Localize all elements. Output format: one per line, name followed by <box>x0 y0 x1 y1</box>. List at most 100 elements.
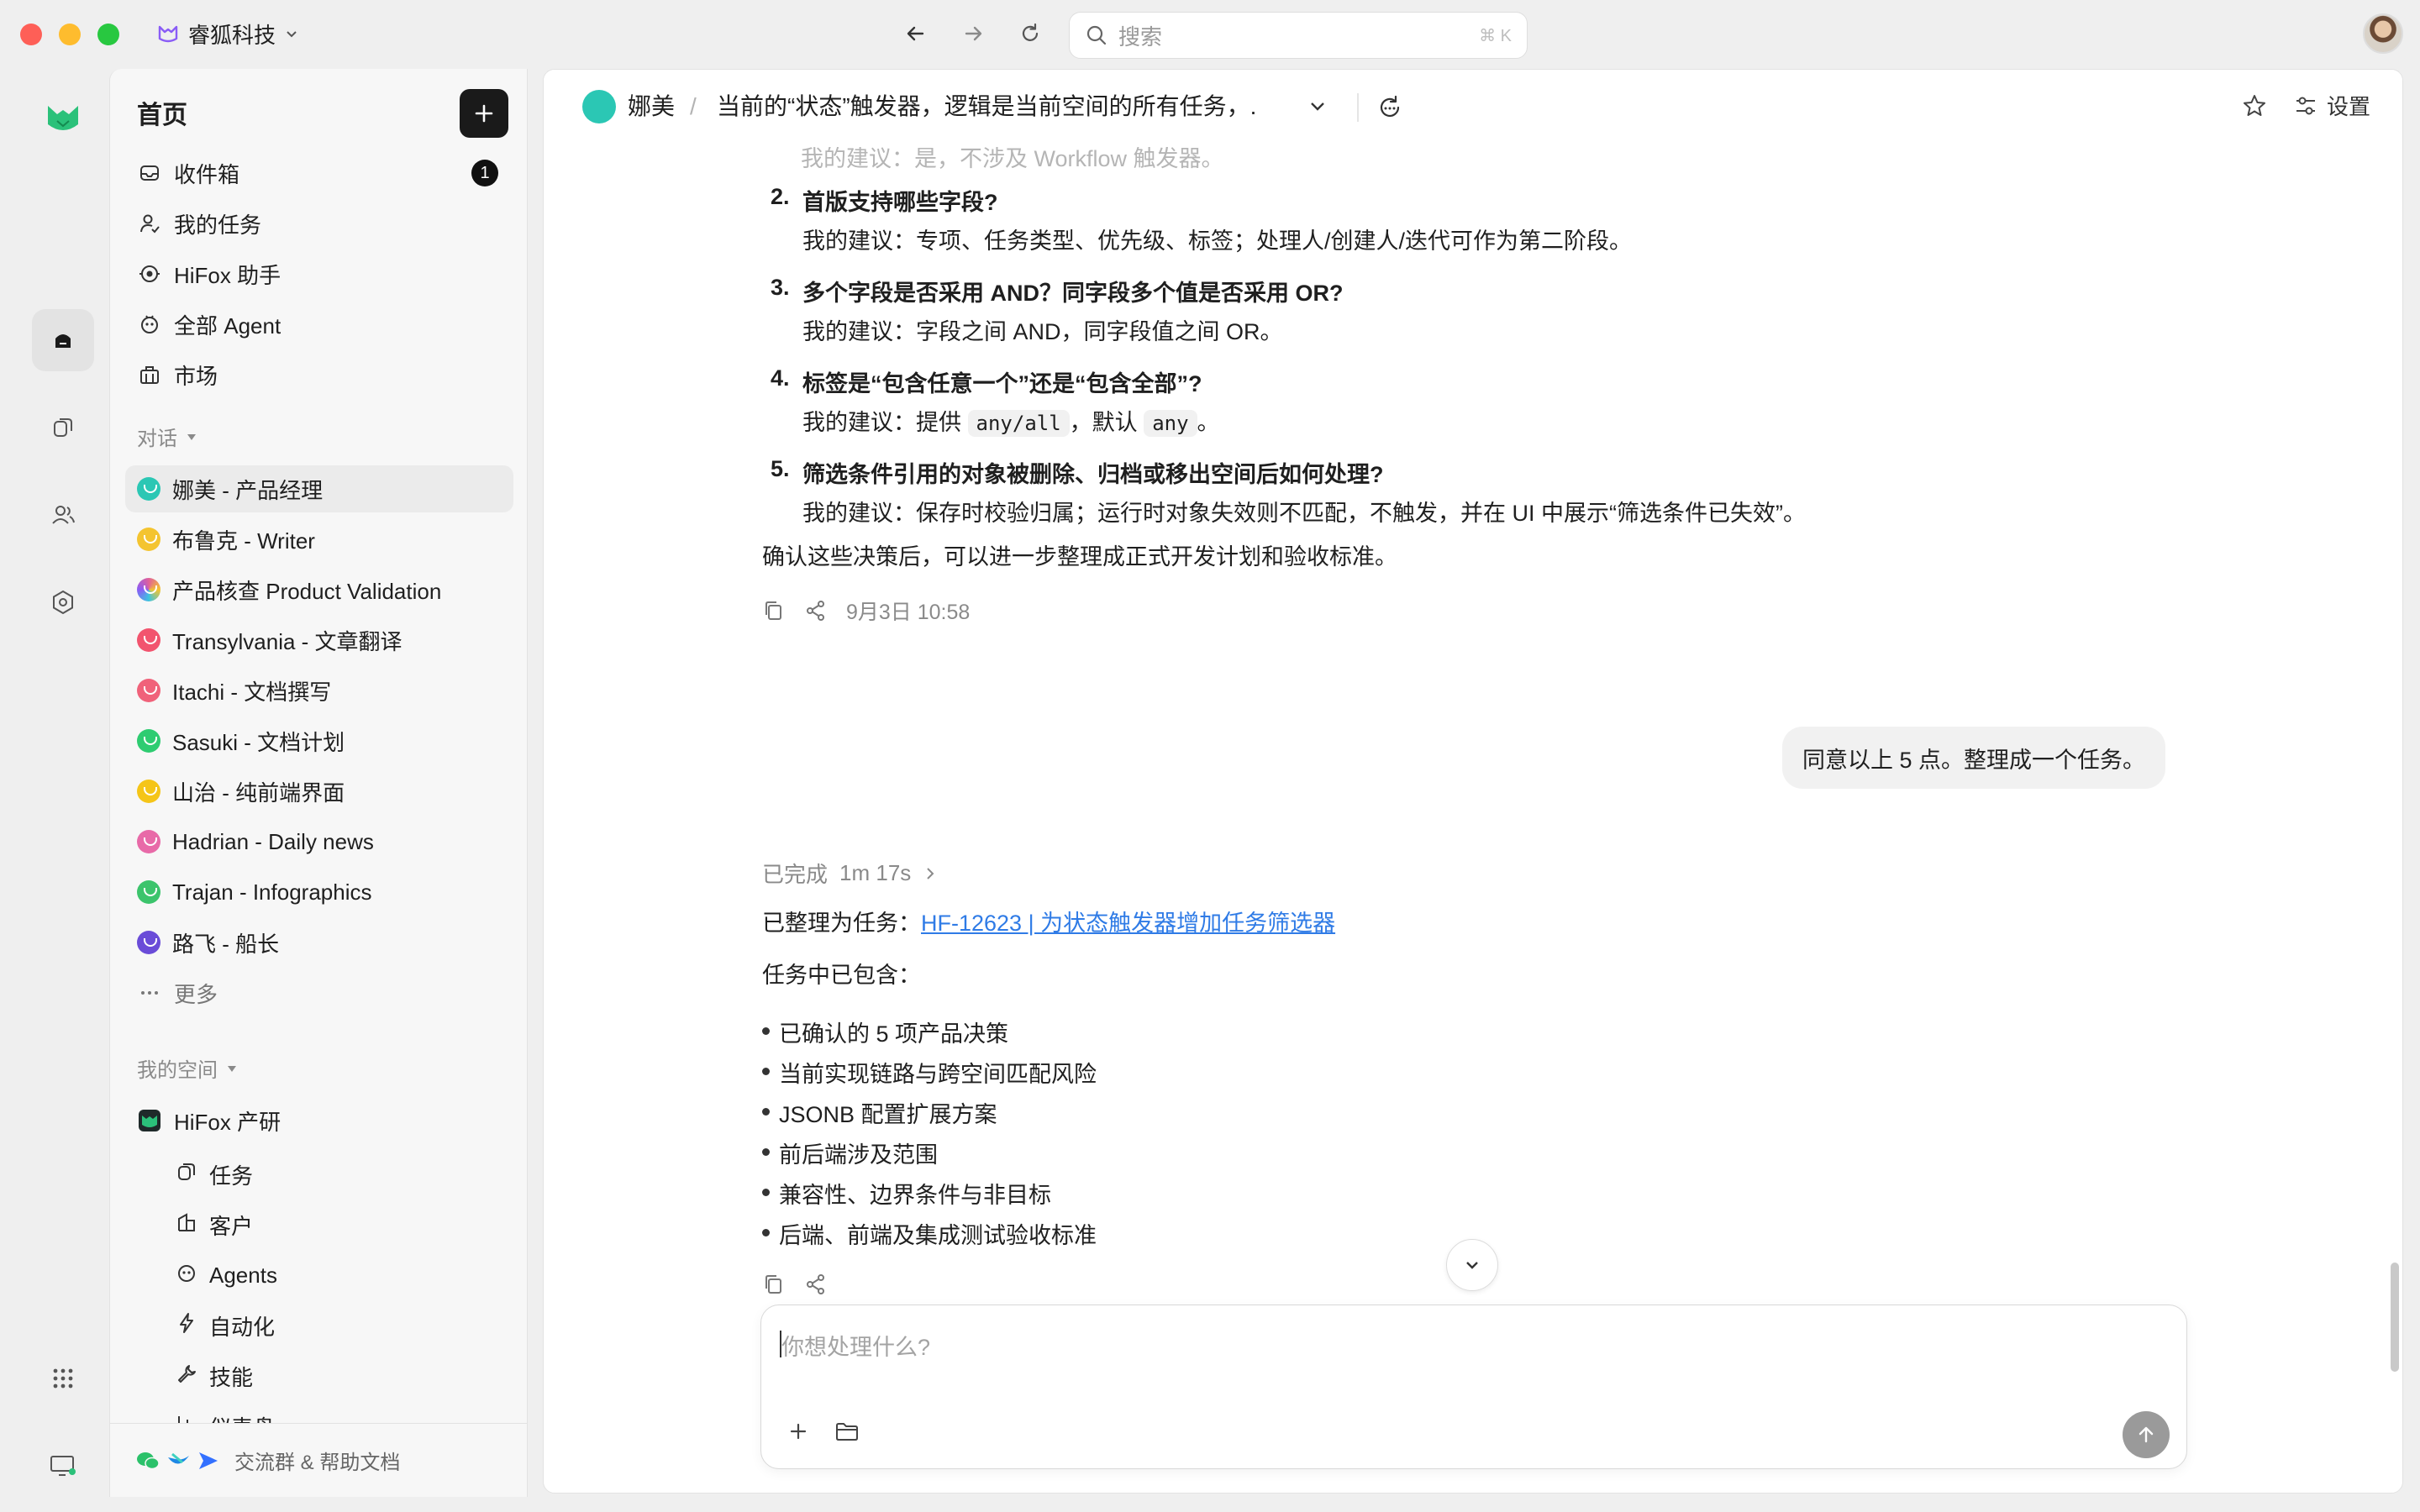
chevron-down-icon <box>287 31 297 38</box>
space-item-label: 客户 <box>209 1213 254 1239</box>
conversation-item[interactable]: Itachi - 文档撰写 <box>125 667 513 714</box>
conversation-title[interactable]: 当前的“状态”触发器，逻辑是当前空间的所有任务，... <box>717 90 1255 123</box>
more-conversations-button[interactable]: 更多 <box>125 969 513 1016</box>
conversation-item[interactable]: Hadrian - Daily news <box>125 818 513 865</box>
space-item-customers[interactable]: 客户 <box>164 1201 512 1248</box>
space-item-label: 自动化 <box>209 1314 276 1340</box>
search-input[interactable]: 搜索 ⌘ K <box>1069 12 1528 59</box>
people-icon <box>52 506 75 524</box>
rail-settings-button[interactable] <box>32 571 94 633</box>
folder-icon <box>836 1423 858 1441</box>
sidebar-item-inbox[interactable]: 收件箱 1 <box>125 150 513 197</box>
scrollbar-thumb[interactable] <box>2391 1263 2399 1372</box>
faded-answer-line: 我的建议：是，不涉及 Workflow 触发器。 <box>801 147 1224 171</box>
task-created-line: 已整理为任务：HF-12623 | 为状态触发器增加任务筛选器 <box>762 906 1335 940</box>
scroll-to-bottom-button[interactable] <box>1446 1239 1498 1291</box>
list-item: 当前实现链路与跨空间匹配风险 <box>762 1056 1097 1089</box>
space-item-skills[interactable]: 技能 <box>164 1352 512 1399</box>
answer-suffix: 。 <box>1197 410 1220 435</box>
agent-avatar-icon <box>137 578 160 601</box>
decision-question: 多个字段是否采用 AND？同字段多个值是否采用 OR? <box>802 281 1344 306</box>
rail-apps-button[interactable] <box>32 1347 94 1410</box>
chat-header: 娜美 / 当前的“状态”触发器，逻辑是当前空间的所有任务，... 设置 <box>544 70 2402 147</box>
app-window: 睿狐科技 搜索 ⌘ K 首页 收件箱 1 我的任务 HiFox 助手 全部 Ag… <box>0 0 2420 1512</box>
task-link[interactable]: HF-12623 | 为状态触发器增加任务筛选器 <box>921 911 1335 936</box>
sliders-icon <box>2296 97 2315 114</box>
monitor-icon <box>50 1456 76 1476</box>
rail-spaces-button[interactable] <box>32 396 94 459</box>
title-dropdown-button[interactable] <box>1307 95 1328 121</box>
space-item-hifox[interactable]: HiFox 产研 <box>125 1097 513 1144</box>
chevron-right-icon <box>927 867 934 879</box>
conversation-item[interactable]: 山治 - 纯前端界面 <box>125 768 513 815</box>
run-duration: 1m 17s <box>839 860 912 885</box>
minimize-window-button[interactable] <box>59 24 81 45</box>
share-icon[interactable] <box>804 599 828 622</box>
new-button[interactable] <box>460 89 508 138</box>
more-dots-icon <box>137 980 162 1005</box>
answer-prefix: 我的建议：提供 <box>802 410 968 435</box>
folder-button[interactable] <box>830 1415 864 1448</box>
chevron-down-icon <box>1311 102 1324 111</box>
user-avatar[interactable] <box>2363 13 2403 54</box>
reload-button[interactable] <box>1013 17 1047 50</box>
more-label: 更多 <box>174 981 218 1007</box>
agent-avatar-icon <box>137 528 160 551</box>
share-icon[interactable] <box>804 1273 828 1296</box>
inbox-icon <box>137 160 162 186</box>
sidebar: 首页 收件箱 1 我的任务 HiFox 助手 全部 Agent 市场 对话 娜美… <box>109 69 528 1497</box>
composer-placeholder: 你想处理什么? <box>781 1335 931 1360</box>
arrow-up-icon <box>2139 1426 2154 1443</box>
space-item-automation[interactable]: 自动化 <box>164 1302 512 1349</box>
task-icon <box>176 1161 197 1189</box>
conversation-item[interactable]: 娜美 - 产品经理 <box>125 465 513 512</box>
workspace-switcher[interactable]: 睿狐科技 <box>156 17 299 50</box>
conversation-label: 布鲁克 - Writer <box>172 528 315 554</box>
help-docs-link[interactable]: 交流群 & 帮助文档 <box>110 1423 527 1497</box>
plus-icon <box>475 104 493 123</box>
conversation-item[interactable]: 布鲁克 - Writer <box>125 516 513 563</box>
conversation-item[interactable]: 路飞 - 船长 <box>125 919 513 966</box>
sidebar-item-all-agents[interactable]: 全部 Agent <box>125 301 513 348</box>
agent-avatar <box>582 90 616 123</box>
back-button[interactable] <box>899 17 933 50</box>
title-bar: 睿狐科技 搜索 ⌘ K <box>0 0 2420 69</box>
space-item-tasks[interactable]: 任务 <box>164 1151 512 1198</box>
forward-button[interactable] <box>956 17 990 50</box>
user-task-icon <box>137 211 162 236</box>
sidebar-item-market[interactable]: 市场 <box>125 351 513 398</box>
new-conversation-button[interactable] <box>1376 93 1404 126</box>
rail-device-button[interactable] <box>32 1435 94 1497</box>
conclusion-text: 确认这些决策后，可以进一步整理成正式开发计划和验收标准。 <box>762 544 1397 570</box>
copy-icon[interactable] <box>762 1273 786 1296</box>
send-button[interactable] <box>2123 1411 2170 1458</box>
header-actions: 设置 <box>2241 90 2370 121</box>
space-section-toggle[interactable]: 我的空间 <box>137 1053 238 1083</box>
decision-number: 5. <box>771 456 790 481</box>
run-status-toggle[interactable]: 已完成 1m 17s <box>762 858 938 889</box>
conversation-label: Itachi - 文档撰写 <box>172 679 332 705</box>
breadcrumb-agent-name[interactable]: 娜美 <box>628 90 675 123</box>
zoom-window-button[interactable] <box>97 24 119 45</box>
conversations-section-toggle[interactable]: 对话 <box>137 422 197 451</box>
message-composer[interactable]: 你想处理什么? <box>760 1305 2187 1469</box>
rail-home-button[interactable] <box>32 309 94 371</box>
close-window-button[interactable] <box>20 24 42 45</box>
rail-contacts-button[interactable] <box>32 484 94 546</box>
conversation-item[interactable]: Sasuki - 文档计划 <box>125 717 513 764</box>
attach-button[interactable] <box>781 1415 815 1448</box>
space-item-agents[interactable]: Agents <box>164 1252 512 1299</box>
grid-dots-icon <box>53 1368 73 1389</box>
conversation-item[interactable]: Trajan - Infographics <box>125 869 513 916</box>
decision-answer: 我的建议：专项、任务类型、优先级、标签；处理人/创建人/迭代可作为第二阶段。 <box>802 228 1633 254</box>
star-icon[interactable] <box>2241 92 2268 119</box>
workspace-logo-icon <box>158 25 178 43</box>
settings-button[interactable]: 设置 <box>2293 90 2370 121</box>
lightning-icon <box>176 1312 197 1340</box>
sidebar-item-my-tasks[interactable]: 我的任务 <box>125 200 513 247</box>
copy-icon[interactable] <box>762 599 786 622</box>
bird-icon <box>168 1452 189 1464</box>
conversation-item[interactable]: 产品核查 Product Validation <box>125 566 513 613</box>
conversation-item[interactable]: Transylvania - 文章翻译 <box>125 617 513 664</box>
sidebar-item-assistant[interactable]: HiFox 助手 <box>125 250 513 297</box>
